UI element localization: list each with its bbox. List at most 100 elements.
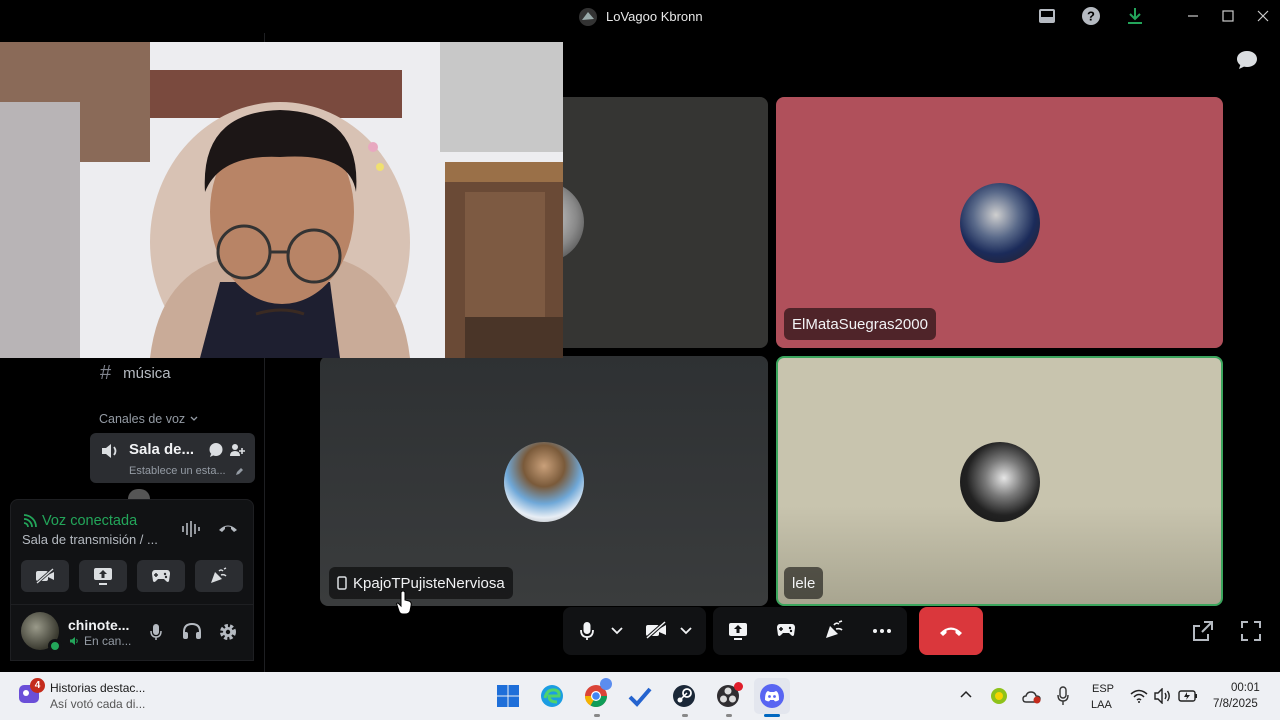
- activity-button[interactable]: [137, 560, 185, 592]
- edge-icon: [541, 685, 563, 707]
- server-icon: [579, 7, 597, 26]
- microphone-in-use-icon[interactable]: [1056, 686, 1070, 706]
- download-icon[interactable]: [1123, 4, 1147, 28]
- close-icon[interactable]: [1251, 4, 1275, 28]
- signal-icon: [23, 514, 37, 528]
- user-status: En can...: [84, 634, 132, 648]
- hash-icon: #: [100, 361, 112, 384]
- window-title: LoVagoo Kbronn: [578, 0, 703, 33]
- maximize-icon[interactable]: [1216, 4, 1240, 28]
- speaker-small-icon: [70, 637, 78, 645]
- keyboard-layout[interactable]: LAA: [1091, 699, 1112, 711]
- language-code[interactable]: ESP: [1092, 683, 1114, 695]
- soundboard-icon[interactable]: [824, 620, 844, 640]
- self-camera-preview[interactable]: [0, 42, 563, 358]
- profile-badge: [600, 678, 612, 690]
- discord-icon: [760, 684, 784, 708]
- phone-hangup-icon: [940, 627, 962, 636]
- windows-taskbar: 4 Historias destac... Así votó cada di..…: [0, 672, 1280, 720]
- screen-share-icon: [94, 568, 112, 585]
- microphone-icon[interactable]: [579, 621, 595, 641]
- running-indicator: [726, 714, 732, 717]
- notification-subtitle[interactable]: Así votó cada di...: [50, 697, 145, 711]
- chevron-down-icon[interactable]: [611, 627, 623, 635]
- active-indicator: [764, 714, 780, 717]
- add-user-icon[interactable]: [229, 442, 245, 458]
- speaker-icon: [102, 444, 117, 458]
- chevron-down-icon: [190, 416, 198, 421]
- settings-gear-icon[interactable]: [218, 622, 238, 642]
- wifi-icon[interactable]: [1130, 689, 1148, 703]
- hang-up-button[interactable]: [919, 607, 983, 655]
- volume-icon[interactable]: [1154, 688, 1172, 704]
- chevron-up-icon[interactable]: [960, 690, 972, 698]
- participant-tile-lele[interactable]: lele: [776, 356, 1223, 606]
- chat-icon[interactable]: [1235, 48, 1259, 72]
- taskbar-app-todo[interactable]: [622, 678, 658, 714]
- camera-off-icon[interactable]: [645, 621, 667, 639]
- participant-name-tag: lele: [784, 567, 824, 599]
- gamepad-icon[interactable]: [776, 623, 796, 638]
- notification-widget[interactable]: 4: [16, 678, 46, 710]
- chat-bubble-icon[interactable]: [208, 442, 224, 458]
- taskbar-app-discord[interactable]: [754, 678, 790, 714]
- taskbar-app-edge[interactable]: [534, 678, 570, 714]
- participant-avatar: [504, 442, 584, 522]
- soundboard-icon: [211, 567, 227, 583]
- participant-name: ElMataSuegras2000: [792, 315, 928, 333]
- fullscreen-icon[interactable]: [1240, 620, 1262, 642]
- minimize-icon[interactable]: [1181, 4, 1205, 28]
- start-button[interactable]: [490, 678, 526, 714]
- pencil-icon[interactable]: [235, 467, 244, 476]
- notification-title[interactable]: Historias destac...: [50, 681, 145, 695]
- voice-channel-item[interactable]: Sala de... Establece un esta...: [90, 433, 255, 483]
- help-icon[interactable]: ?: [1079, 4, 1103, 28]
- participant-name: lele: [792, 574, 816, 592]
- clock-time[interactable]: 00:01: [1231, 682, 1260, 694]
- microphone-icon[interactable]: [149, 623, 163, 641]
- windows-logo-icon: [497, 685, 519, 707]
- disconnect-icon[interactable]: [217, 521, 239, 535]
- channel-name: música: [123, 364, 171, 382]
- running-indicator: [594, 714, 600, 717]
- activity-controls: [713, 607, 907, 655]
- participant-avatar: [960, 183, 1040, 263]
- voice-status[interactable]: Voz conectada: [42, 513, 137, 529]
- popout-icon[interactable]: [1192, 620, 1214, 642]
- more-options-icon[interactable]: [873, 629, 891, 633]
- steam-icon: [673, 685, 695, 707]
- text-channel-musica[interactable]: # música: [100, 362, 171, 384]
- screen-share-button[interactable]: [79, 560, 127, 592]
- title-bar: LoVagoo Kbronn ?: [0, 0, 1280, 33]
- camera-off-button[interactable]: [21, 560, 69, 592]
- battery-charging-icon[interactable]: [1178, 689, 1198, 703]
- participant-tile-kpajo[interactable]: KpajoTPujisteNerviosa: [320, 356, 768, 606]
- taskbar-app-obs[interactable]: [710, 678, 746, 714]
- onedrive-icon[interactable]: [1022, 688, 1042, 704]
- taskbar-app-steam[interactable]: [666, 678, 702, 714]
- chevron-down-icon[interactable]: [680, 627, 692, 635]
- voice-channels-header[interactable]: Canales de voz: [99, 410, 199, 428]
- participant-name-tag: ElMataSuegras2000: [784, 308, 936, 340]
- running-indicator: [682, 714, 688, 717]
- participant-avatar: [960, 442, 1040, 522]
- soundboard-button[interactable]: [195, 560, 243, 592]
- panel-divider: [11, 604, 253, 605]
- tray-app-icon[interactable]: [990, 687, 1008, 705]
- user-name[interactable]: chinote...: [68, 617, 129, 633]
- svg-text:?: ?: [1087, 9, 1095, 24]
- voice-header-label: Canales de voz: [99, 412, 186, 426]
- screen-share-icon[interactable]: [728, 621, 748, 641]
- noise-suppression-icon[interactable]: [181, 520, 203, 538]
- participant-name: KpajoTPujisteNerviosa: [353, 574, 505, 592]
- voice-channel-name: Sala de...: [129, 441, 195, 458]
- headphones-icon[interactable]: [182, 622, 202, 640]
- camera-feed-image: [0, 42, 563, 358]
- voice-channel-path[interactable]: Sala de transmisión / ...: [22, 532, 158, 547]
- inbox-icon[interactable]: [1035, 4, 1059, 28]
- clock-date[interactable]: 7/8/2025: [1213, 698, 1258, 710]
- participant-tile-elmatasuegras[interactable]: ElMataSuegras2000: [776, 97, 1223, 348]
- voice-channel-status: Establece un esta...: [129, 465, 226, 477]
- taskbar-app-chrome[interactable]: [578, 678, 614, 714]
- voice-panel: Voz conectada Sala de transmisión / ... …: [10, 499, 254, 661]
